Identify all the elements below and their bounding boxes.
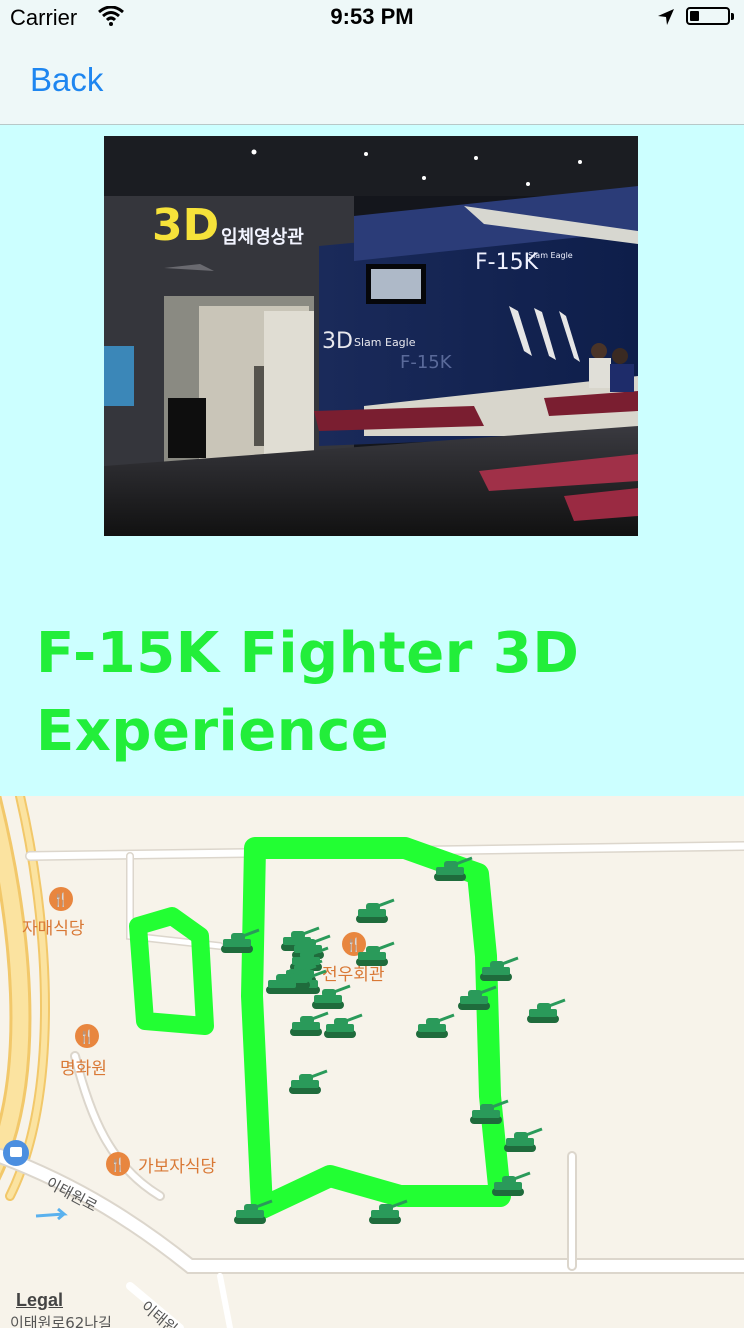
clock: 9:53 PM: [330, 4, 414, 29]
sign-3d-small: 3D: [322, 329, 353, 354]
fork-knife-icon: 🍴: [346, 937, 362, 953]
tank-icon[interactable]: [289, 1069, 328, 1094]
sign-korean: 입체영상관: [221, 226, 304, 248]
sign-f15k-faint: F-15K: [400, 352, 453, 373]
tank-icon[interactable]: [504, 1127, 543, 1152]
street-label: 이태원: [137, 1297, 180, 1328]
location-arrow-icon: [656, 7, 676, 32]
exhibit-photo: 3D 입체영상관 F-15K Slam Eagle 3D Slam Eagle …: [104, 136, 638, 536]
tank-icon[interactable]: [290, 1011, 329, 1036]
fork-knife-icon: 🍴: [79, 1029, 95, 1045]
sign-slam-eagle: Slam Eagle: [528, 251, 573, 260]
navigation-bar: Back: [0, 40, 744, 125]
status-bar: Carrier 9:53 PM: [0, 0, 744, 40]
poi-label: 가보자식당: [138, 1157, 217, 1177]
tank-icon[interactable]: [369, 1199, 408, 1224]
legal-link[interactable]: Legal: [16, 1290, 63, 1311]
fork-knife-icon: 🍴: [110, 1157, 126, 1173]
tank-icon[interactable]: [356, 898, 395, 923]
tank-icon[interactable]: [324, 1013, 363, 1038]
transit-icon: [3, 1140, 29, 1166]
poi-label: 전우회관: [322, 965, 385, 985]
sign-slam-eagle-small: Slam Eagle: [354, 336, 416, 349]
tank-icon[interactable]: [416, 1013, 455, 1038]
back-button[interactable]: Back: [30, 61, 103, 99]
poi-label: 자매식당: [22, 919, 85, 939]
sign-3d: 3D: [152, 200, 219, 251]
battery-icon: [686, 7, 734, 25]
direction-arrow-icon: [35, 1207, 68, 1221]
tank-icon[interactable]: [527, 998, 566, 1023]
map-view[interactable]: 🍴 자매식당 🍴 전우회관 🍴 명화원 🍴 가보자식당 이태원로 이태원로62나길 이태원 L…: [0, 796, 744, 1328]
poi-label: 명화원: [60, 1059, 107, 1079]
street-label: 이태원로62나길: [10, 1314, 112, 1328]
fork-knife-icon: 🍴: [53, 892, 69, 908]
page-title: F-15K Fighter 3D Experience: [36, 621, 580, 764]
